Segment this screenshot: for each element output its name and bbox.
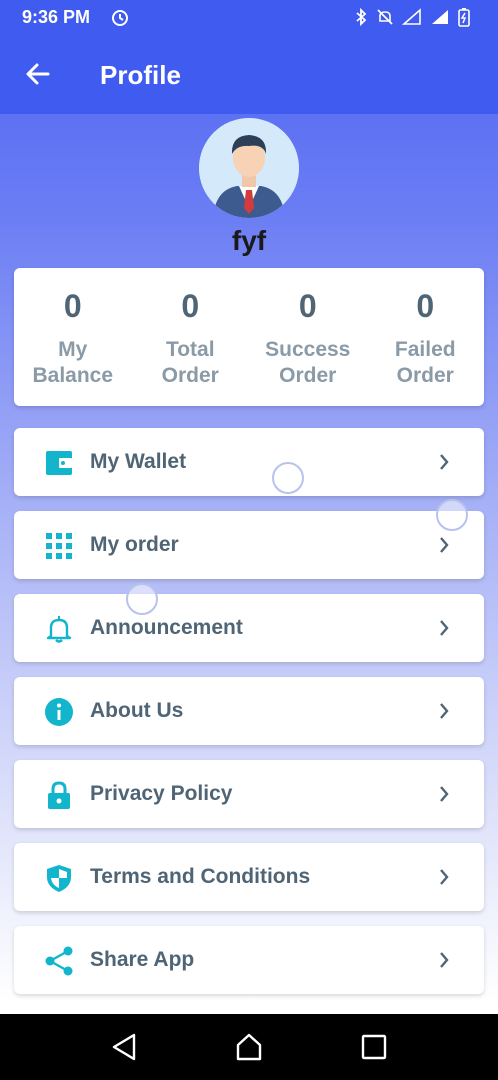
chevron-right-icon	[438, 950, 450, 975]
menu-label: Share App	[90, 948, 195, 971]
touch-indicator	[272, 462, 304, 494]
wallet-icon	[44, 448, 74, 478]
stats-card: 0 My Balance 0 Total Order 0 Success Ord…	[14, 268, 484, 406]
profile-name: fyf	[231, 225, 267, 256]
stat-total-order[interactable]: 0 Total Order	[132, 268, 250, 406]
info-icon	[44, 697, 74, 727]
page-title: Profile	[100, 60, 181, 90]
stat-label: My Balance	[32, 338, 114, 387]
status-time: 9:36 PM	[22, 7, 91, 27]
stat-label: Success Order	[265, 338, 351, 387]
system-navigation-bar	[0, 1014, 498, 1080]
stat-value: 0	[416, 288, 435, 324]
stat-success-order[interactable]: 0 Success Order	[249, 268, 367, 406]
chevron-right-icon	[438, 784, 450, 809]
menu-item-privacy-policy[interactable]: Privacy Policy	[14, 760, 484, 828]
battery-icon	[458, 7, 470, 32]
stat-value: 0	[63, 288, 82, 324]
touch-indicator	[126, 583, 158, 615]
grid-icon	[44, 531, 74, 561]
signal-icon-2	[430, 8, 450, 31]
status-bar: 9:36 PM	[0, 0, 498, 34]
app-bar: Profile	[0, 34, 498, 114]
menu-item-my-wallet[interactable]: My Wallet	[14, 428, 484, 496]
home-nav-icon[interactable]	[235, 1032, 263, 1067]
stat-value: 0	[181, 288, 200, 324]
recents-nav-icon[interactable]	[360, 1032, 388, 1067]
stat-label: Total Order	[161, 338, 219, 387]
menu-item-terms-and-conditions[interactable]: Terms and Conditions	[14, 843, 484, 911]
stat-label: Failed Order	[394, 338, 456, 387]
shield-icon	[44, 863, 74, 893]
chevron-right-icon	[438, 618, 450, 643]
menu-label: My order	[90, 533, 179, 556]
menu-label: My Wallet	[90, 450, 187, 473]
menu-label: Terms and Conditions	[90, 865, 311, 888]
share-icon	[44, 946, 74, 976]
menu-item-announcement[interactable]: Announcement	[14, 594, 484, 662]
chevron-right-icon	[438, 867, 450, 892]
menu-label: Privacy Policy	[90, 782, 233, 805]
chevron-right-icon	[438, 535, 450, 560]
lock-icon	[44, 780, 74, 810]
avatar[interactable]	[199, 118, 299, 218]
menu-item-share-app[interactable]: Share App	[14, 926, 484, 994]
menu-item-my-order[interactable]: My order	[14, 511, 484, 579]
chevron-right-icon	[438, 701, 450, 726]
mute-icon	[376, 8, 394, 31]
stat-failed-order[interactable]: 0 Failed Order	[367, 268, 485, 406]
stat-my-balance[interactable]: 0 My Balance	[14, 268, 132, 406]
bluetooth-icon	[354, 7, 368, 31]
menu-item-about-us[interactable]: About Us	[14, 677, 484, 745]
stat-value: 0	[298, 288, 317, 324]
bell-icon	[44, 614, 74, 644]
menu-label: Announcement	[90, 616, 243, 639]
signal-icon	[401, 8, 422, 31]
businessman-avatar-icon	[199, 118, 299, 218]
menu-label: About Us	[90, 699, 184, 722]
back-arrow-icon[interactable]	[24, 60, 52, 93]
back-nav-icon[interactable]	[110, 1032, 138, 1067]
touch-indicator	[436, 499, 468, 531]
chevron-right-icon	[438, 452, 450, 477]
timer-icon	[110, 7, 130, 32]
